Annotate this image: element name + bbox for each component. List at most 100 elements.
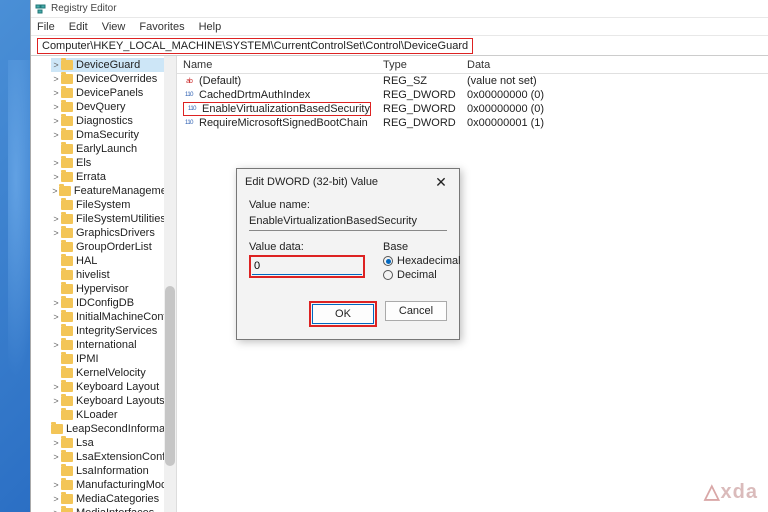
expand-icon[interactable]: >: [51, 116, 61, 126]
tree-item[interactable]: LsaInformation: [51, 464, 176, 478]
col-type[interactable]: Type: [377, 59, 461, 71]
tree-label: DmaSecurity: [76, 129, 139, 141]
expand-icon[interactable]: >: [51, 452, 61, 462]
tree-item[interactable]: >DevQuery: [51, 100, 176, 114]
tree-item[interactable]: LeapSecondInformation: [51, 422, 176, 436]
expand-icon[interactable]: >: [51, 438, 61, 448]
folder-icon: [59, 186, 71, 196]
dialog-titlebar[interactable]: Edit DWORD (32-bit) Value ✕: [237, 169, 459, 195]
expand-icon[interactable]: >: [51, 298, 61, 308]
expand-icon[interactable]: >: [51, 312, 61, 322]
tree-item[interactable]: >DeviceOverrides: [51, 72, 176, 86]
tree-item[interactable]: >Lsa: [51, 436, 176, 450]
cancel-button[interactable]: Cancel: [385, 301, 447, 321]
tree-item[interactable]: >DevicePanels: [51, 86, 176, 100]
expand-icon[interactable]: >: [51, 396, 61, 406]
titlebar[interactable]: Registry Editor: [31, 0, 768, 18]
tree-scrollbar[interactable]: [164, 56, 176, 512]
valuedata-input[interactable]: [252, 258, 362, 275]
tree-item[interactable]: >InitialMachineConfig: [51, 310, 176, 324]
folder-icon: [61, 242, 73, 252]
tree-label: Diagnostics: [76, 115, 133, 127]
list-header[interactable]: Name Type Data: [177, 56, 768, 74]
expand-icon[interactable]: >: [51, 382, 61, 392]
tree-item[interactable]: hivelist: [51, 268, 176, 282]
tree-item[interactable]: > DmaSecurity: [51, 128, 176, 142]
expand-icon[interactable]: >: [51, 186, 59, 196]
tree-label: IntegrityServices: [76, 325, 157, 337]
tree-item[interactable]: Hypervisor: [51, 282, 176, 296]
list-row[interactable]: RequireMicrosoftSignedBootChainREG_DWORD…: [177, 116, 768, 130]
folder-icon: [61, 116, 73, 126]
folder-icon: [61, 396, 73, 406]
tree-item[interactable]: >Errata: [51, 170, 176, 184]
value-data: 0x00000000 (0): [461, 89, 768, 101]
tree-item[interactable]: >DeviceGuard: [51, 58, 176, 72]
folder-icon: [61, 354, 73, 364]
expand-icon[interactable]: >: [51, 74, 61, 84]
valuename-label: Value name:: [249, 199, 447, 211]
tree-item[interactable]: EarlyLaunch: [51, 142, 176, 156]
tree-scroll-thumb[interactable]: [165, 286, 175, 466]
expand-icon[interactable]: >: [51, 340, 61, 350]
value-data: 0x00000000 (0): [461, 103, 768, 115]
menu-help[interactable]: Help: [199, 21, 222, 33]
tree-item[interactable]: IPMI: [51, 352, 176, 366]
tree-item[interactable]: >FileSystemUtilities: [51, 212, 176, 226]
folder-icon: [61, 340, 73, 350]
tree-item[interactable]: IntegrityServices: [51, 324, 176, 338]
ok-button[interactable]: OK: [312, 304, 374, 324]
close-icon[interactable]: ✕: [431, 172, 451, 192]
radio-icon: [383, 270, 393, 280]
menu-edit[interactable]: Edit: [69, 21, 88, 33]
valuename-field[interactable]: EnableVirtualizationBasedSecurity: [249, 213, 447, 231]
dword-icon: [186, 103, 198, 115]
expand-icon[interactable]: >: [51, 214, 61, 224]
expand-icon[interactable]: >: [51, 480, 61, 490]
expand-icon[interactable]: >: [51, 102, 61, 112]
expand-icon[interactable]: >: [51, 88, 61, 98]
list-row[interactable]: EnableVirtualizationBasedSecurityREG_DWO…: [177, 102, 768, 116]
address-path[interactable]: Computer\HKEY_LOCAL_MACHINE\SYSTEM\Curre…: [37, 38, 473, 54]
tree-item[interactable]: >Keyboard Layout: [51, 380, 176, 394]
address-bar[interactable]: Computer\HKEY_LOCAL_MACHINE\SYSTEM\Curre…: [31, 36, 768, 56]
expand-icon[interactable]: >: [51, 158, 61, 168]
col-data[interactable]: Data: [461, 59, 768, 71]
list-row[interactable]: CachedDrtmAuthIndexREG_DWORD0x00000000 (…: [177, 88, 768, 102]
radio-hex[interactable]: Hexadecimal: [383, 255, 461, 267]
expand-icon[interactable]: >: [51, 494, 61, 504]
tree-item[interactable]: >Els: [51, 156, 176, 170]
expand-icon[interactable]: >: [51, 508, 61, 512]
expand-icon[interactable]: >: [51, 228, 61, 238]
menu-file[interactable]: File: [37, 21, 55, 33]
tree-item[interactable]: FileSystem: [51, 198, 176, 212]
tree-item[interactable]: >FeatureManagement: [51, 184, 176, 198]
tree-item[interactable]: >LsaExtensionConfig: [51, 450, 176, 464]
edit-dword-dialog: Edit DWORD (32-bit) Value ✕ Value name: …: [236, 168, 460, 340]
tree-item[interactable]: >Keyboard Layouts: [51, 394, 176, 408]
expand-icon[interactable]: >: [51, 172, 61, 182]
folder-icon: [61, 466, 73, 476]
tree-item[interactable]: > Diagnostics: [51, 114, 176, 128]
expand-icon[interactable]: >: [51, 60, 61, 70]
tree-item[interactable]: >IDConfigDB: [51, 296, 176, 310]
menu-view[interactable]: View: [102, 21, 126, 33]
list-row[interactable]: (Default)REG_SZ(value not set): [177, 74, 768, 88]
tree-item[interactable]: >GraphicsDrivers: [51, 226, 176, 240]
tree-item[interactable]: >International: [51, 338, 176, 352]
tree-item[interactable]: >MediaCategories: [51, 492, 176, 506]
expand-icon[interactable]: >: [51, 130, 61, 140]
valuedata-label: Value data:: [249, 241, 365, 253]
tree-item[interactable]: >MediaInterfaces: [51, 506, 176, 512]
menu-favorites[interactable]: Favorites: [139, 21, 184, 33]
tree-item[interactable]: >ManufacturingMode: [51, 478, 176, 492]
tree-item[interactable]: HAL: [51, 254, 176, 268]
tree-item[interactable]: GroupOrderList: [51, 240, 176, 254]
tree-item[interactable]: KLoader: [51, 408, 176, 422]
value-type: REG_SZ: [377, 75, 461, 87]
base-label: Base: [383, 241, 461, 253]
radio-dec[interactable]: Decimal: [383, 269, 461, 281]
tree-label: KLoader: [76, 409, 118, 421]
col-name[interactable]: Name: [177, 59, 377, 71]
tree-item[interactable]: KernelVelocity: [51, 366, 176, 380]
